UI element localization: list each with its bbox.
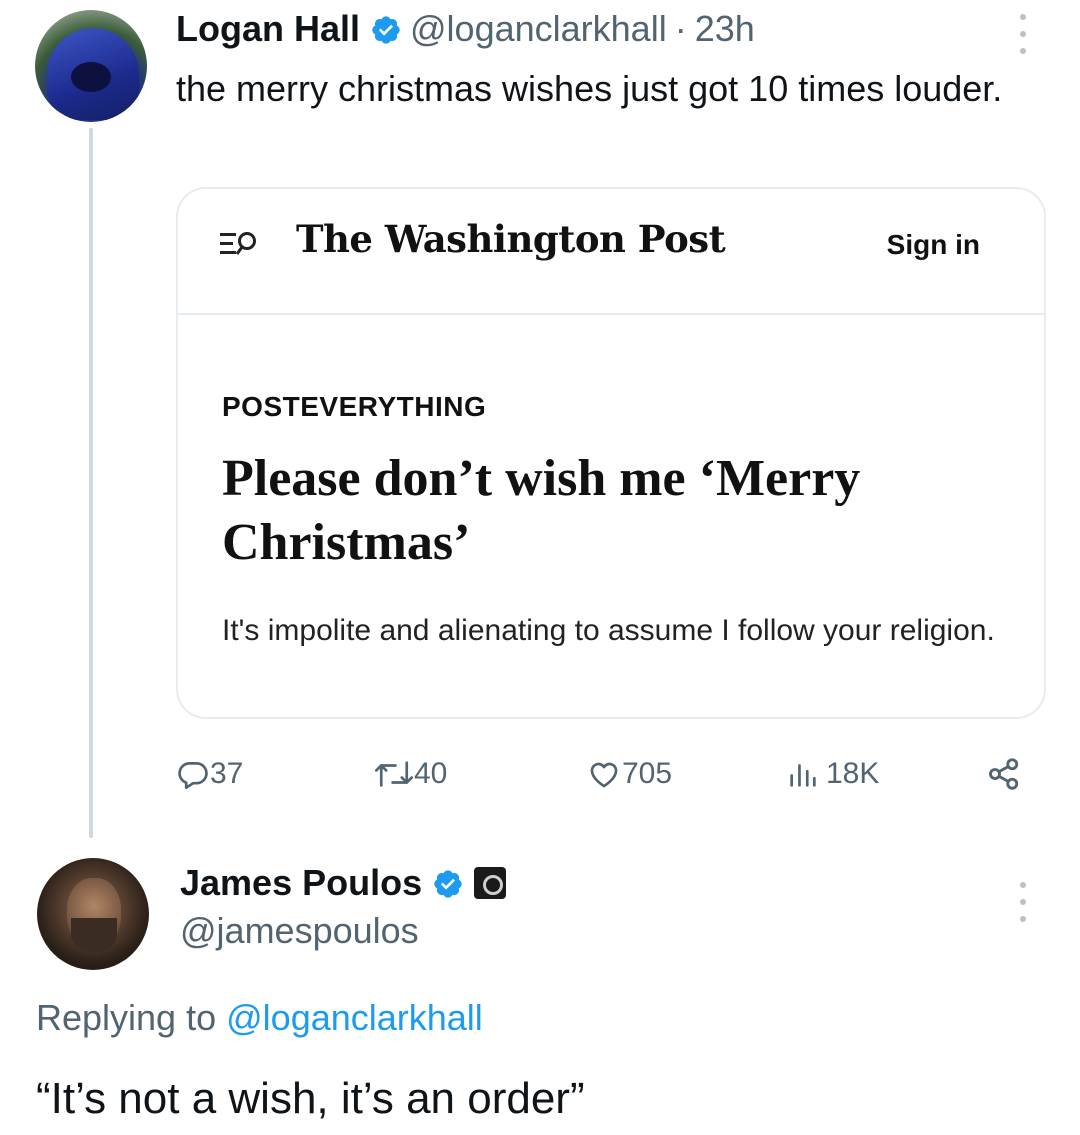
replying-prefix: Replying to bbox=[36, 997, 217, 1038]
reply-text: “It’s not a wish, it’s an order” bbox=[36, 1074, 585, 1123]
replying-to-line: Replying to @loganclarkhall bbox=[36, 997, 483, 1039]
retweet-button[interactable]: 40 bbox=[374, 750, 447, 798]
article-dek: It's impolite and alienating to assume I… bbox=[222, 614, 995, 647]
views-count: 18K bbox=[826, 757, 880, 790]
like-count: 705 bbox=[622, 757, 673, 790]
tweet-text: the merry christmas wishes just got 10 t… bbox=[176, 68, 1003, 109]
thread-line bbox=[89, 128, 93, 838]
retweet-icon bbox=[374, 761, 414, 787]
sign-in-link[interactable]: Sign in bbox=[887, 229, 980, 261]
share-button[interactable] bbox=[986, 750, 1022, 798]
reply-button[interactable]: 37 bbox=[176, 750, 243, 798]
card-masthead-bar: The Washington Post Sign in bbox=[178, 189, 1044, 315]
avatar-james-poulos[interactable] bbox=[37, 858, 149, 970]
verified-icon bbox=[432, 867, 464, 899]
tweet-action-bar: 37 40 705 18K bbox=[176, 750, 1046, 798]
author-handle[interactable]: @loganclarkhall bbox=[410, 8, 667, 50]
views-icon bbox=[790, 764, 816, 787]
share-icon bbox=[989, 758, 1019, 790]
separator-dot: · bbox=[674, 8, 687, 49]
more-icon[interactable] bbox=[1018, 14, 1028, 54]
reply-author-name[interactable]: James Poulos bbox=[180, 862, 422, 904]
affiliate-badge-icon[interactable] bbox=[474, 867, 507, 899]
verified-icon bbox=[370, 13, 402, 45]
article-headline: Please don’t wish me ‘Merry Christmas’ bbox=[222, 450, 861, 571]
menu-search-icon bbox=[220, 232, 256, 255]
retweet-count: 40 bbox=[414, 757, 448, 790]
tweet-time[interactable]: 23h bbox=[695, 8, 755, 50]
page: Logan Hall @loganclarkhall · 23h the mer… bbox=[0, 0, 1080, 1135]
tweet-header: Logan Hall @loganclarkhall · 23h bbox=[176, 4, 755, 54]
like-button[interactable]: 705 bbox=[586, 750, 672, 798]
avatar-logan-hall[interactable] bbox=[35, 10, 147, 122]
views-button[interactable]: 18K bbox=[786, 750, 879, 798]
more-icon[interactable] bbox=[1018, 882, 1028, 922]
reply-author-handle[interactable]: @jamespoulos bbox=[180, 910, 419, 952]
link-card[interactable]: The Washington Post Sign in POSTEVERYTHI… bbox=[176, 187, 1046, 719]
reply-header: James Poulos bbox=[180, 858, 507, 908]
section-label: POSTEVERYTHING bbox=[222, 391, 487, 422]
reply-icon bbox=[178, 762, 208, 790]
publication-masthead: The Washington Post bbox=[296, 217, 726, 261]
reply-count: 37 bbox=[210, 757, 244, 790]
like-icon bbox=[590, 762, 618, 788]
author-name[interactable]: Logan Hall bbox=[176, 8, 360, 50]
replying-to-mention[interactable]: @loganclarkhall bbox=[226, 997, 483, 1038]
